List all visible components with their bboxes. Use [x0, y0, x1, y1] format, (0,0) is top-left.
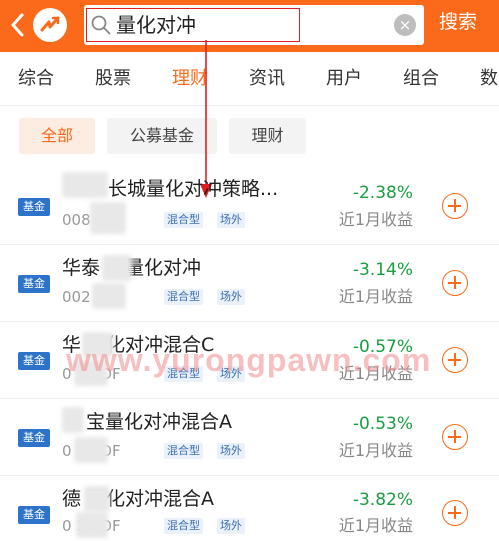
list-item[interactable]: 基金 华泰 瑞量化对冲 002 OF 混合型 场外 -3.14% 近1月收益	[0, 245, 499, 322]
fund-badge: 基金	[18, 506, 50, 524]
list-item[interactable]: 基金 德 量化对冲混合A 0 38.OF 混合型 场外 -3.82% 近1月收益	[0, 476, 499, 541]
chevron-left-icon	[11, 13, 24, 37]
fund-badge: 基金	[18, 429, 50, 447]
redaction	[76, 512, 108, 538]
fund-type-tag: 混合型	[164, 443, 203, 459]
add-icon[interactable]	[442, 193, 468, 219]
return-value: -2.38%	[352, 183, 413, 203]
add-icon[interactable]	[442, 500, 468, 526]
return-label: 近1月收益	[338, 210, 413, 229]
add-icon[interactable]	[442, 270, 468, 296]
return-value: -3.82%	[352, 490, 413, 510]
otc-tag: 场外	[217, 212, 245, 228]
return-label: 近1月收益	[338, 287, 413, 306]
tab-comprehensive[interactable]: 综合	[18, 66, 54, 92]
otc-tag: 场外	[217, 518, 245, 534]
redaction	[102, 255, 132, 281]
redaction	[62, 172, 108, 198]
fund-name: 长城量化对冲策略...	[108, 178, 279, 200]
tab-portfolio[interactable]: 组合	[403, 66, 439, 92]
watermark-text: www.yurongpawn.com	[66, 342, 432, 378]
search-input[interactable]: 量化对冲 ×	[84, 5, 424, 45]
list-item[interactable]: 基金 长城量化对冲策略... 008 OF 混合型 场外 -2.38% 近1月收…	[0, 168, 499, 245]
tab-news[interactable]: 资讯	[249, 66, 285, 92]
top-bar: 量化对冲 × 搜索	[0, 0, 499, 52]
fund-name: 宝量化对冲混合A	[86, 411, 232, 433]
fund-badge: 基金	[18, 198, 50, 216]
otc-tag: 场外	[217, 289, 245, 305]
fund-type-tag: 混合型	[164, 518, 203, 534]
back-button[interactable]	[6, 8, 30, 42]
return-label: 近1月收益	[338, 516, 413, 535]
app-logo-icon	[33, 8, 67, 42]
list-item[interactable]: 基金 宝量化对冲混合A 0 53.OF 混合型 场外 -0.53% 近1月收益	[0, 399, 499, 476]
redaction	[90, 202, 126, 234]
redaction	[92, 283, 126, 309]
fund-badge: 基金	[18, 352, 50, 370]
fund-badge: 基金	[18, 275, 50, 293]
return-value: -3.14%	[352, 260, 413, 280]
return-value: -0.53%	[352, 414, 413, 434]
redaction	[74, 437, 108, 463]
filter-all[interactable]: 全部	[19, 118, 95, 154]
add-icon[interactable]	[442, 347, 468, 373]
tab-stocks[interactable]: 股票	[95, 66, 131, 92]
return-label: 近1月收益	[338, 441, 413, 460]
tab-users[interactable]: 用户	[326, 66, 362, 92]
annotation-box	[86, 8, 300, 42]
clear-icon[interactable]: ×	[394, 14, 416, 36]
add-icon[interactable]	[442, 424, 468, 450]
filter-wealth[interactable]: 理财	[229, 118, 306, 154]
tab-data[interactable]: 数	[480, 66, 498, 92]
redaction	[62, 407, 84, 433]
redaction	[84, 486, 110, 512]
fund-type-tag: 混合型	[164, 212, 203, 228]
otc-tag: 场外	[217, 443, 245, 459]
category-tabs: 综合 股票 理财 资讯 用户 组合 数	[0, 52, 499, 106]
fund-type-tag: 混合型	[164, 289, 203, 305]
search-button[interactable]: 搜索	[439, 8, 477, 36]
